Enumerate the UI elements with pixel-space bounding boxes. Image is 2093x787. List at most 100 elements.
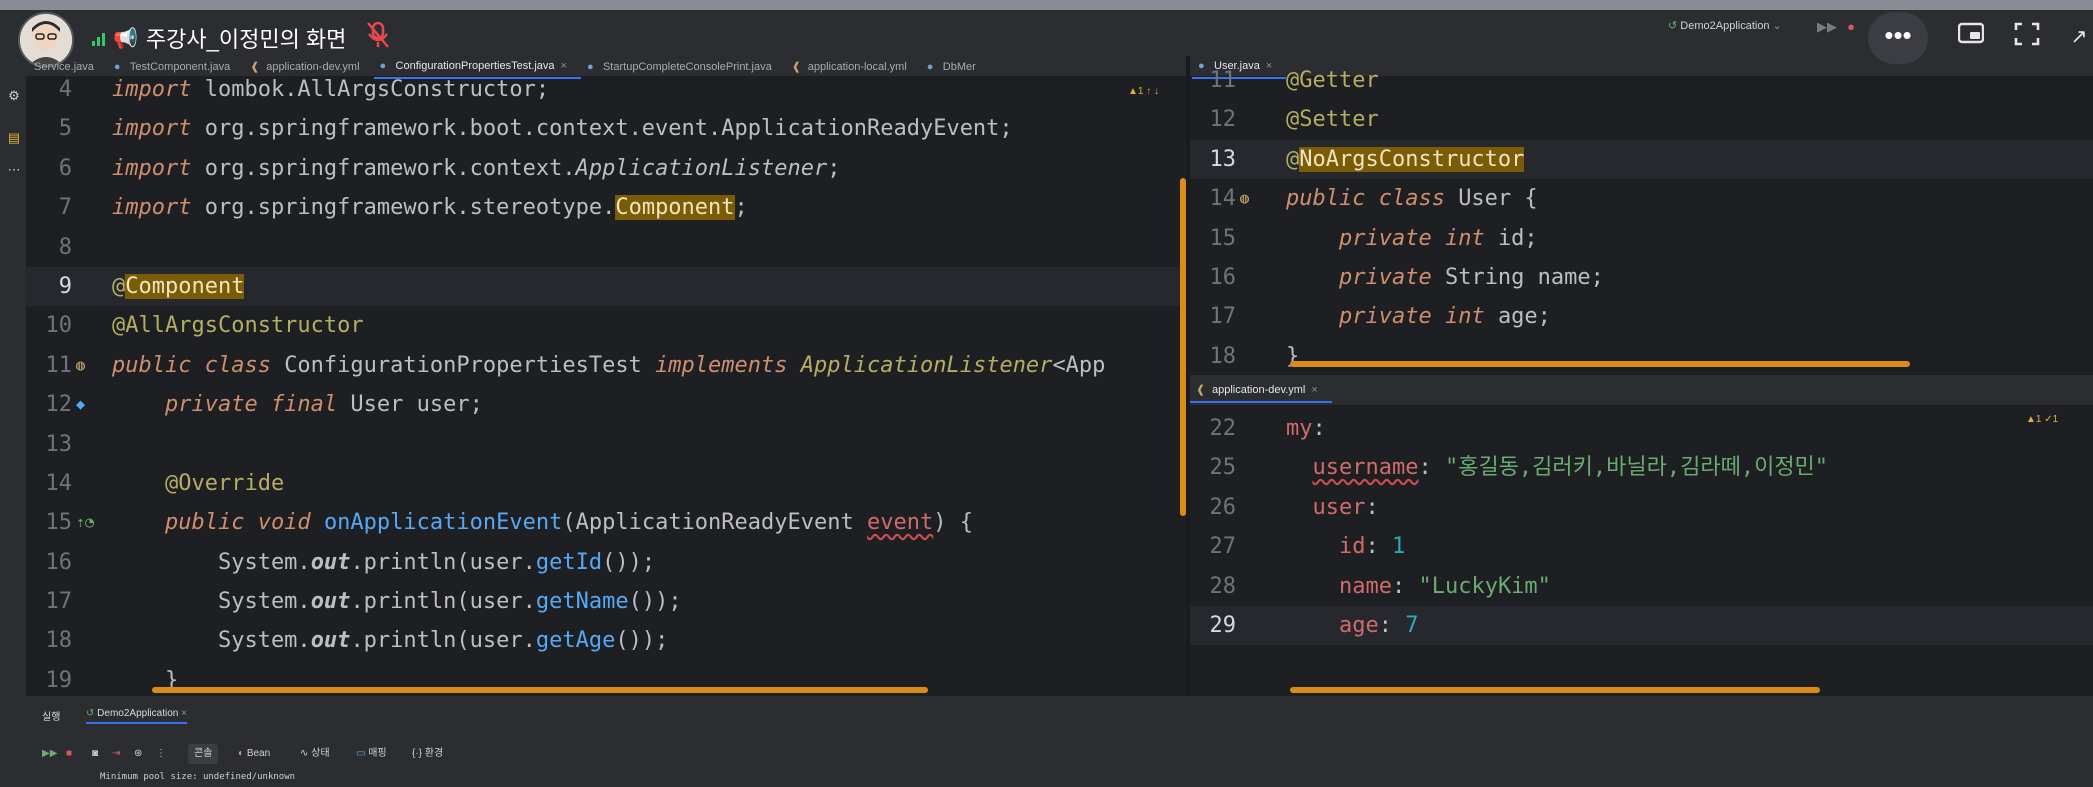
code-line[interactable]: 8 bbox=[26, 228, 1184, 267]
code-line[interactable]: 17 System.out.println(user.getName()); bbox=[26, 582, 1184, 621]
line-number: 27 bbox=[1209, 534, 1237, 560]
code-token: user bbox=[1312, 494, 1366, 520]
code-token: ()); bbox=[615, 628, 669, 654]
more-icon[interactable]: ⋮ bbox=[156, 744, 166, 764]
tab-mapping[interactable]: ▭ 매핑 bbox=[356, 744, 387, 764]
code-line[interactable]: 6 import org.springframework.context.Appl… bbox=[26, 149, 1184, 188]
code-line[interactable]: 12 private final User user; ◆ bbox=[26, 385, 1184, 424]
code-token: event bbox=[867, 510, 934, 536]
code-line[interactable]: 5 import org.springframework.boot.context… bbox=[26, 109, 1184, 148]
tab-bean[interactable]: ◐ Bean bbox=[238, 744, 270, 764]
exit-icon[interactable]: ⇥ bbox=[112, 744, 120, 764]
code-token: private int bbox=[1338, 225, 1498, 251]
code-line[interactable]: 13 bbox=[26, 425, 1184, 464]
stop-icon[interactable]: ● bbox=[1836, 12, 1866, 42]
line-number: 7 bbox=[58, 195, 72, 221]
code-line[interactable]: 10 @AllArgsConstructor bbox=[26, 306, 1184, 345]
code-text: age: 7 bbox=[1286, 606, 1419, 645]
run-tab[interactable]: ↺ Demo2Application × bbox=[86, 708, 187, 724]
tab-yml-dev[interactable]: ❰ application-dev.yml × bbox=[1190, 379, 1332, 403]
mapping-icon: ▭ bbox=[356, 748, 369, 759]
code-line[interactable]: 25 username: "홍길동,김러키,바닐라,김라떼,이정민" bbox=[1190, 448, 2093, 487]
camera-icon[interactable]: ◙ bbox=[92, 744, 98, 764]
line-number: 13 bbox=[45, 431, 73, 457]
code-token: @ bbox=[112, 273, 126, 299]
code-token: @Override bbox=[164, 470, 285, 496]
tab-environment[interactable]: {·} 환경 bbox=[412, 744, 443, 764]
bean-gutter-icon[interactable]: ◍ bbox=[76, 346, 85, 385]
code-line[interactable]: 18} bbox=[1190, 337, 2093, 375]
code-token: name bbox=[1338, 573, 1392, 599]
code-line[interactable]: 16 private String name; bbox=[1190, 258, 2093, 297]
yml-code-editor[interactable]: 22 my: 25 username: "홍길동,김러키,바닐라,김라떼,이정민" 2… bbox=[1190, 409, 2093, 696]
code-line[interactable]: 11 @Getter bbox=[1190, 61, 2093, 100]
tool-strip: ⚙ ▤ ⋯ bbox=[0, 76, 26, 696]
code-text: @Override bbox=[112, 464, 284, 503]
code-line[interactable]: 14 @Override bbox=[26, 464, 1184, 503]
fullscreen-icon[interactable] bbox=[2012, 22, 2042, 52]
more-button[interactable]: ••• bbox=[1868, 12, 1928, 64]
pulse-icon: ∿ bbox=[300, 748, 312, 759]
code-token: .println(user. bbox=[350, 589, 536, 615]
code-token: 1 bbox=[1391, 534, 1406, 560]
code-text: import org.springframework.boot.context.… bbox=[112, 109, 1013, 148]
code-token: ) { bbox=[933, 510, 973, 536]
close-icon[interactable]: × bbox=[1311, 384, 1317, 396]
structure-icon[interactable]: ▤ bbox=[6, 130, 22, 146]
settings-icon[interactable]: ⊛ bbox=[134, 744, 142, 764]
line-number: 11 bbox=[1209, 68, 1237, 93]
picture-in-picture-icon[interactable] bbox=[1956, 22, 1986, 52]
rerun-icon[interactable]: ▶▶ bbox=[42, 744, 57, 764]
stop-icon[interactable]: ■ bbox=[66, 744, 72, 764]
tab-console[interactable]: 콘솔 bbox=[188, 744, 219, 764]
yml-file-icon: ❰ bbox=[1196, 384, 1206, 396]
code-line[interactable]: 18 System.out.println(user.getAge()); bbox=[26, 621, 1184, 660]
tab-label: 콘솔 bbox=[194, 748, 213, 759]
code-line[interactable]: 15 public void onApplicationEvent(Applic… bbox=[26, 503, 1184, 542]
line-number: 29 bbox=[1209, 612, 1237, 638]
code-line[interactable]: 7 import org.springframework.stereotype.C… bbox=[26, 188, 1184, 227]
code-line[interactable]: 22 my: bbox=[1190, 409, 2093, 448]
autowire-gutter-icon[interactable]: ◆ bbox=[76, 385, 85, 424]
code-line[interactable]: 15 private int id; bbox=[1190, 219, 2093, 258]
bean-gutter-icon[interactable]: ◍ bbox=[1240, 179, 1249, 218]
collapse-icon[interactable]: ↗ bbox=[2064, 22, 2093, 52]
override-gutter-icon[interactable]: ⇡◔ bbox=[76, 503, 94, 542]
line-number: 16 bbox=[45, 549, 73, 575]
code-text: @Setter bbox=[1286, 100, 1379, 139]
code-text: private String name; bbox=[1286, 258, 1604, 297]
code-text: import org.springframework.stereotype.Co… bbox=[112, 188, 748, 227]
user-code-editor[interactable]: 11 @Getter 12 @Setter 13 @NoArgsConstructor 14… bbox=[1190, 61, 2093, 375]
code-line[interactable]: 14 public class User {◍ bbox=[1190, 179, 2093, 218]
code-line[interactable]: 29 age: 7 bbox=[1190, 605, 2093, 646]
gear-icon[interactable]: ⚙ bbox=[6, 88, 22, 104]
code-text: private int id; bbox=[1286, 219, 1538, 258]
code-line[interactable]: 13 @NoArgsConstructor bbox=[1190, 139, 2093, 180]
run-config-selector[interactable]: ↺ Demo2Application ⌄ bbox=[1668, 19, 1782, 32]
more-tools-icon[interactable]: ⋯ bbox=[6, 162, 22, 178]
annotation-stroke bbox=[1290, 361, 1910, 367]
code-token: System. bbox=[112, 628, 311, 654]
code-token: private bbox=[1338, 264, 1445, 290]
mic-off-icon[interactable] bbox=[362, 20, 394, 56]
code-line[interactable]: 9 @Component bbox=[26, 266, 1184, 307]
code-text: import lombok.AllArgsConstructor; bbox=[112, 70, 549, 109]
code-line[interactable]: 26 user: bbox=[1190, 488, 2093, 527]
code-line[interactable]: 17 private int age; bbox=[1190, 297, 2093, 336]
code-line[interactable]: 11 public class ConfigurationPropertiesTe… bbox=[26, 346, 1184, 385]
code-text: user: bbox=[1286, 488, 1379, 527]
tab-label: application-dev.yml bbox=[1212, 384, 1306, 396]
code-line[interactable]: 28 name: "LuckyKim" bbox=[1190, 567, 2093, 606]
code-line[interactable]: 4 import lombok.AllArgsConstructor; bbox=[26, 70, 1184, 109]
inspection-widget[interactable]: ▲1 ↑ ↓ bbox=[1128, 86, 1159, 97]
tab-status[interactable]: ∿ 상태 bbox=[300, 744, 330, 764]
code-line[interactable]: 16 System.out.println(user.getId()); bbox=[26, 543, 1184, 582]
line-number: 28 bbox=[1209, 573, 1237, 599]
code-line[interactable]: 12 @Setter bbox=[1190, 100, 2093, 139]
code-line[interactable]: 27 id: 1 bbox=[1190, 527, 2093, 566]
line-number: 17 bbox=[45, 589, 73, 615]
left-code-editor[interactable]: 4 import lombok.AllArgsConstructor; 5 impor… bbox=[26, 70, 1184, 696]
line-number: 18 bbox=[45, 628, 73, 654]
line-number: 14 bbox=[1209, 186, 1237, 212]
code-token: getAge bbox=[535, 628, 616, 654]
